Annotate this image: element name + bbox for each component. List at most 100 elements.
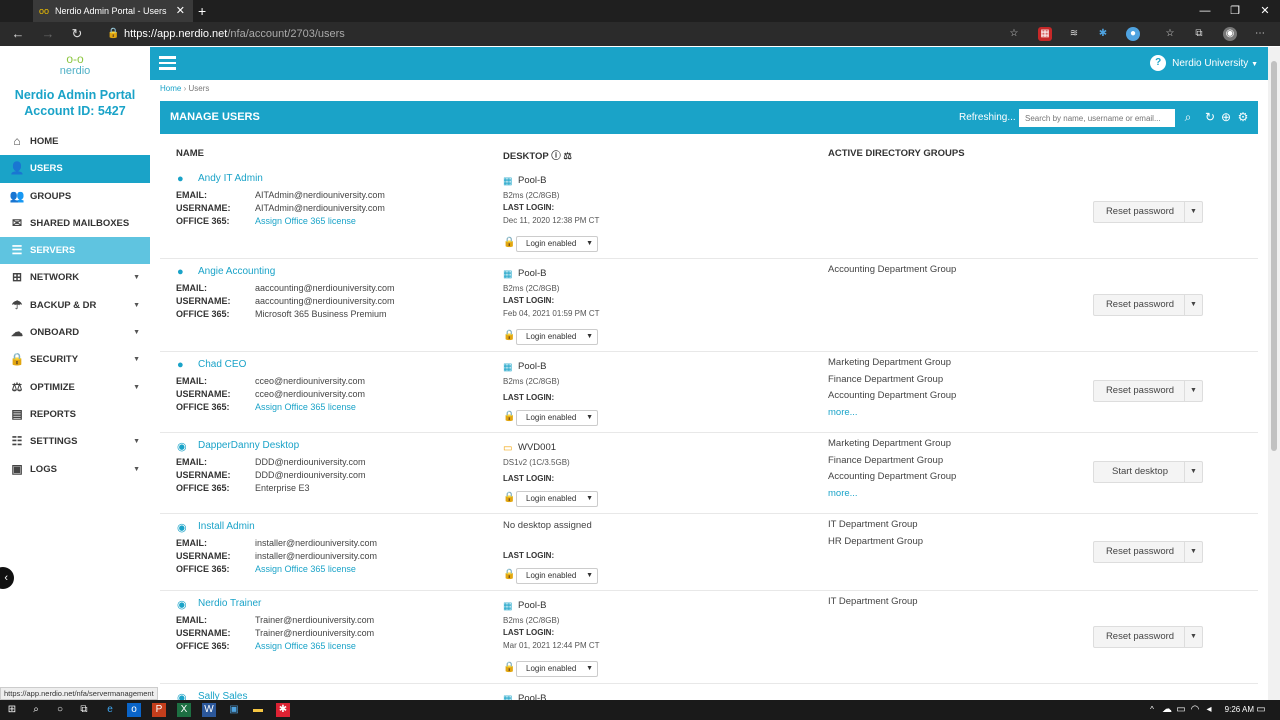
user-name-link[interactable]: Install Admin: [198, 521, 255, 532]
notifications-icon[interactable]: ▭: [1254, 703, 1268, 717]
user-name-link[interactable]: DapperDanny Desktop: [198, 440, 299, 451]
excel-icon[interactable]: X: [177, 703, 191, 717]
hamburger-menu-icon[interactable]: [159, 56, 176, 70]
action-split-button[interactable]: Reset password ▼: [1093, 626, 1203, 648]
extension-icon[interactable]: ●: [1126, 27, 1140, 41]
login-status-select[interactable]: Login enabled ▼: [516, 661, 598, 677]
reset-password-button[interactable]: Reset password: [1094, 202, 1186, 222]
extension-icon[interactable]: ✱: [1096, 27, 1110, 41]
volume-icon[interactable]: ◂: [1202, 703, 1216, 717]
chevron-down-icon[interactable]: ▼: [1184, 295, 1202, 315]
file-explorer-icon[interactable]: ▬: [251, 703, 265, 717]
search-icon[interactable]: ⌕: [1181, 110, 1195, 124]
user-name-link[interactable]: Nerdio Trainer: [198, 598, 261, 609]
assign-license-link[interactable]: Assign Office 365 license: [255, 216, 356, 226]
sidebar-item-onboard[interactable]: ☁ ONBOARD ▼: [0, 319, 150, 346]
action-split-button[interactable]: Reset password ▼: [1093, 294, 1203, 316]
scrollbar-thumb[interactable]: [1271, 61, 1277, 451]
sidebar-item-network[interactable]: ⊞ NETWORK ▼: [0, 264, 150, 291]
assign-license-link[interactable]: Assign Office 365 license: [255, 641, 356, 651]
user-name-link[interactable]: Andy IT Admin: [198, 173, 263, 184]
sidebar-item-home[interactable]: ⌂ HOME: [0, 128, 150, 155]
page-scrollbar[interactable]: [1268, 47, 1280, 700]
chevron-down-icon[interactable]: ▼: [1184, 381, 1202, 401]
info-icon[interactable]: ⓘ: [551, 151, 561, 162]
action-split-button[interactable]: Reset password ▼: [1093, 541, 1203, 563]
action-split-button[interactable]: Reset password ▼: [1093, 380, 1203, 402]
windows-start-icon[interactable]: ⊞: [5, 703, 19, 717]
balance-icon[interactable]: ⚖: [563, 151, 572, 162]
address-bar[interactable]: 🔒 https://app.nerdio.net/nfa/account/270…: [104, 25, 1024, 43]
assign-license-link[interactable]: Assign Office 365 license: [255, 402, 356, 412]
sidebar-item-groups[interactable]: 👥 GROUPS: [0, 183, 150, 210]
reset-password-button[interactable]: Reset password: [1094, 627, 1186, 647]
search-input[interactable]: [1019, 109, 1175, 127]
reload-icon[interactable]: ↻: [67, 22, 87, 46]
edge-icon[interactable]: e: [103, 703, 117, 717]
sidebar-item-optimize[interactable]: ⚖ OPTIMIZE ▼: [0, 374, 150, 401]
browser-tab[interactable]: oo Nerdio Admin Portal - Users ✕: [33, 0, 193, 22]
collapse-sidebar-button[interactable]: ‹: [0, 567, 14, 589]
sidebar-item-security[interactable]: 🔒 SECURITY ▼: [0, 346, 150, 373]
login-status-select[interactable]: Login enabled ▼: [516, 236, 598, 252]
sidebar-item-settings[interactable]: ☷ SETTINGS ▼: [0, 428, 150, 455]
login-status-select[interactable]: Login enabled ▼: [516, 329, 598, 345]
new-tab-icon[interactable]: +: [198, 0, 206, 22]
profile-avatar[interactable]: ◉: [1223, 27, 1237, 41]
action-split-button[interactable]: Start desktop ▼: [1093, 461, 1203, 483]
refresh-icon[interactable]: ↻: [1203, 110, 1217, 124]
user-name-link[interactable]: Angie Accounting: [198, 266, 275, 277]
wifi-icon[interactable]: ◠: [1188, 703, 1202, 717]
collections-icon[interactable]: ⧉: [1192, 27, 1206, 41]
breadcrumb-home[interactable]: Home: [160, 84, 181, 93]
sidebar-item-reports[interactable]: ▤ REPORTS: [0, 401, 150, 428]
word-icon[interactable]: W: [202, 703, 216, 717]
close-tab-icon[interactable]: ✕: [176, 0, 185, 22]
task-view-icon[interactable]: ⧉: [77, 703, 91, 717]
restore-icon[interactable]: ❐: [1220, 0, 1250, 22]
favorites-icon[interactable]: ☆: [1163, 27, 1177, 41]
minimize-icon[interactable]: —: [1190, 0, 1220, 22]
nerdio-logo[interactable]: o-o nerdio: [52, 53, 98, 79]
login-status-select[interactable]: Login enabled ▼: [516, 568, 598, 584]
login-status-select[interactable]: Login enabled ▼: [516, 491, 598, 507]
forward-icon[interactable]: →: [38, 22, 58, 46]
login-status-select[interactable]: Login enabled ▼: [516, 410, 598, 426]
extension-icon[interactable]: ≋: [1067, 27, 1081, 41]
more-groups-link[interactable]: more...: [828, 488, 858, 499]
help-icon[interactable]: ?: [1150, 55, 1167, 72]
outlook-icon[interactable]: o: [127, 703, 141, 717]
user-name-link[interactable]: Chad CEO: [198, 359, 246, 370]
chevron-down-icon[interactable]: ▼: [1184, 202, 1202, 222]
back-icon[interactable]: ←: [8, 22, 28, 46]
assign-license-link[interactable]: Assign Office 365 license: [255, 564, 356, 574]
browser-menu-icon[interactable]: ⋯: [1253, 27, 1267, 41]
search-icon[interactable]: ⌕: [29, 703, 43, 717]
onedrive-icon[interactable]: ☁: [1160, 703, 1174, 717]
chevron-down-icon[interactable]: ▼: [1184, 462, 1202, 482]
sidebar-item-logs[interactable]: ▣ LOGS ▼: [0, 456, 150, 483]
add-user-icon[interactable]: ⊕: [1219, 110, 1233, 124]
close-window-icon[interactable]: ✕: [1250, 0, 1280, 22]
chevron-down-icon[interactable]: ▼: [1184, 627, 1202, 647]
university-dropdown[interactable]: ? Nerdio University ▼: [1150, 47, 1258, 81]
reset-password-button[interactable]: Reset password: [1094, 542, 1186, 562]
tray-chevron-icon[interactable]: ^: [1145, 703, 1159, 717]
reset-password-button[interactable]: Reset password: [1094, 381, 1186, 401]
cortana-icon[interactable]: ○: [53, 703, 67, 717]
more-groups-link[interactable]: more...: [828, 407, 858, 418]
reset-password-button[interactable]: Reset password: [1094, 295, 1186, 315]
sidebar-item-backup-dr[interactable]: ☂ BACKUP & DR ▼: [0, 292, 150, 319]
remote-desktop-icon[interactable]: ▣: [227, 703, 241, 717]
powerpoint-icon[interactable]: P: [152, 703, 166, 717]
network-tray-icon[interactable]: ▭: [1174, 703, 1188, 717]
sidebar-item-servers[interactable]: ☰ SERVERS: [0, 237, 150, 265]
chevron-down-icon[interactable]: ▼: [1184, 542, 1202, 562]
app-icon[interactable]: ✱: [276, 703, 290, 717]
start-desktop-button[interactable]: Start desktop: [1094, 462, 1186, 482]
sidebar-item-users[interactable]: 👤 USERS: [0, 155, 150, 183]
gear-icon[interactable]: ⚙: [1236, 110, 1250, 124]
action-split-button[interactable]: Reset password ▼: [1093, 201, 1203, 223]
extension-icon[interactable]: ▦: [1038, 27, 1052, 41]
clock[interactable]: 9:26 AM: [1225, 700, 1254, 720]
